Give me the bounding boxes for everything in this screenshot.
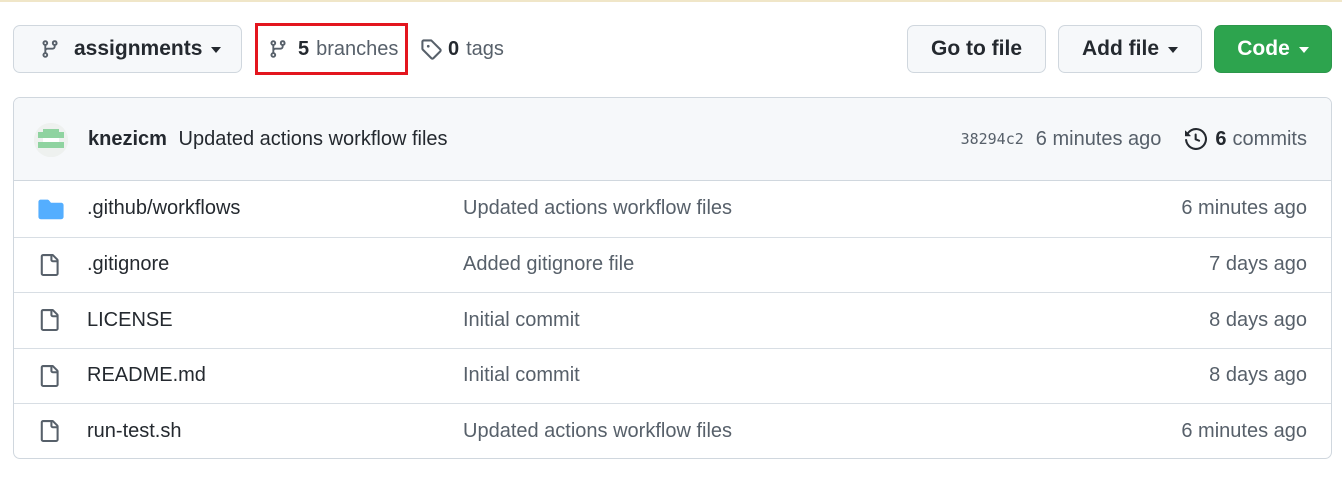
git-branch-icon (268, 39, 298, 59)
chevron-down-icon (211, 47, 222, 53)
file-age: 6 minutes ago (1181, 197, 1307, 220)
add-file-button[interactable]: Add file (1058, 25, 1202, 73)
commits-count: 6 (1215, 127, 1227, 150)
file-icon (38, 253, 60, 277)
latest-commit-bar: knezicm Updated actions workflow files 3… (14, 98, 1331, 181)
commits-label: commits (1232, 127, 1307, 150)
file-age: 7 days ago (1209, 253, 1307, 276)
tag-icon (420, 38, 448, 60)
branches-count: 5 (298, 37, 310, 60)
go-to-file-button[interactable]: Go to file (907, 25, 1046, 73)
commit-time: 6 minutes ago (1035, 127, 1162, 150)
branches-label: branches (316, 37, 399, 60)
git-branch-icon (40, 39, 74, 59)
tags-count: 0 (448, 37, 460, 60)
history-icon (1185, 128, 1215, 150)
file-list: .github/workflows Updated actions workfl… (14, 181, 1331, 458)
go-to-file-label: Go to file (931, 37, 1022, 60)
file-list-box: knezicm Updated actions workflow files 3… (13, 97, 1332, 459)
branch-select-label: assignments (74, 37, 203, 60)
code-label: Code (1237, 37, 1290, 60)
commit-message[interactable]: Updated actions workflow files (179, 128, 448, 150)
file-name[interactable]: LICENSE (87, 309, 173, 332)
latest-commit-meta: 38294c2 6 minutes ago 6 commits (961, 128, 1307, 151)
tags-link[interactable]: 0 tags (420, 25, 504, 73)
file-row-license[interactable]: LICENSE Initial commit 8 days ago (14, 292, 1331, 348)
file-name[interactable]: run-test.sh (87, 420, 181, 443)
file-icon (38, 364, 60, 388)
file-name[interactable]: README.md (87, 364, 206, 387)
file-commit-message[interactable]: Updated actions workflow files (463, 420, 732, 443)
file-row-readme[interactable]: README.md Initial commit 8 days ago (14, 347, 1331, 404)
repo-toolbar: assignments 5 branches 0 tags Go to file… (13, 23, 1332, 75)
file-commit-message[interactable]: Initial commit (463, 309, 580, 332)
chevron-down-icon (1298, 47, 1309, 53)
commits-history-link[interactable]: 6 commits (1185, 128, 1307, 151)
folder-icon (38, 198, 64, 220)
chevron-down-icon (1168, 47, 1178, 53)
latest-commit-summary: knezicm Updated actions workflow files (88, 128, 448, 151)
file-row-run-test[interactable]: run-test.sh Updated actions workflow fil… (14, 403, 1331, 458)
file-row-gitignore[interactable]: .gitignore Added gitignore file 7 days a… (14, 236, 1331, 293)
file-icon (38, 308, 60, 332)
branch-select-button[interactable]: assignments (13, 25, 242, 73)
add-file-label: Add file (1082, 37, 1159, 60)
file-age: 8 days ago (1209, 364, 1307, 387)
file-age: 8 days ago (1209, 308, 1307, 331)
commit-sha[interactable]: 38294c2 (961, 130, 1024, 148)
commit-author[interactable]: knezicm (88, 128, 167, 150)
file-icon (38, 419, 60, 443)
top-banner-border (0, 0, 1342, 2)
file-age: 6 minutes ago (1181, 419, 1307, 442)
file-commit-message[interactable]: Initial commit (463, 364, 580, 387)
file-commit-message[interactable]: Added gitignore file (463, 253, 634, 276)
file-name[interactable]: .github/workflows (87, 197, 240, 220)
tags-label: tags (466, 37, 504, 60)
avatar[interactable] (34, 123, 68, 157)
branches-link[interactable]: 5 branches (255, 23, 408, 75)
code-button[interactable]: Code (1214, 25, 1332, 73)
file-row-github-workflows[interactable]: .github/workflows Updated actions workfl… (14, 181, 1331, 237)
file-name[interactable]: .gitignore (87, 253, 169, 276)
file-commit-message[interactable]: Updated actions workflow files (463, 197, 732, 220)
